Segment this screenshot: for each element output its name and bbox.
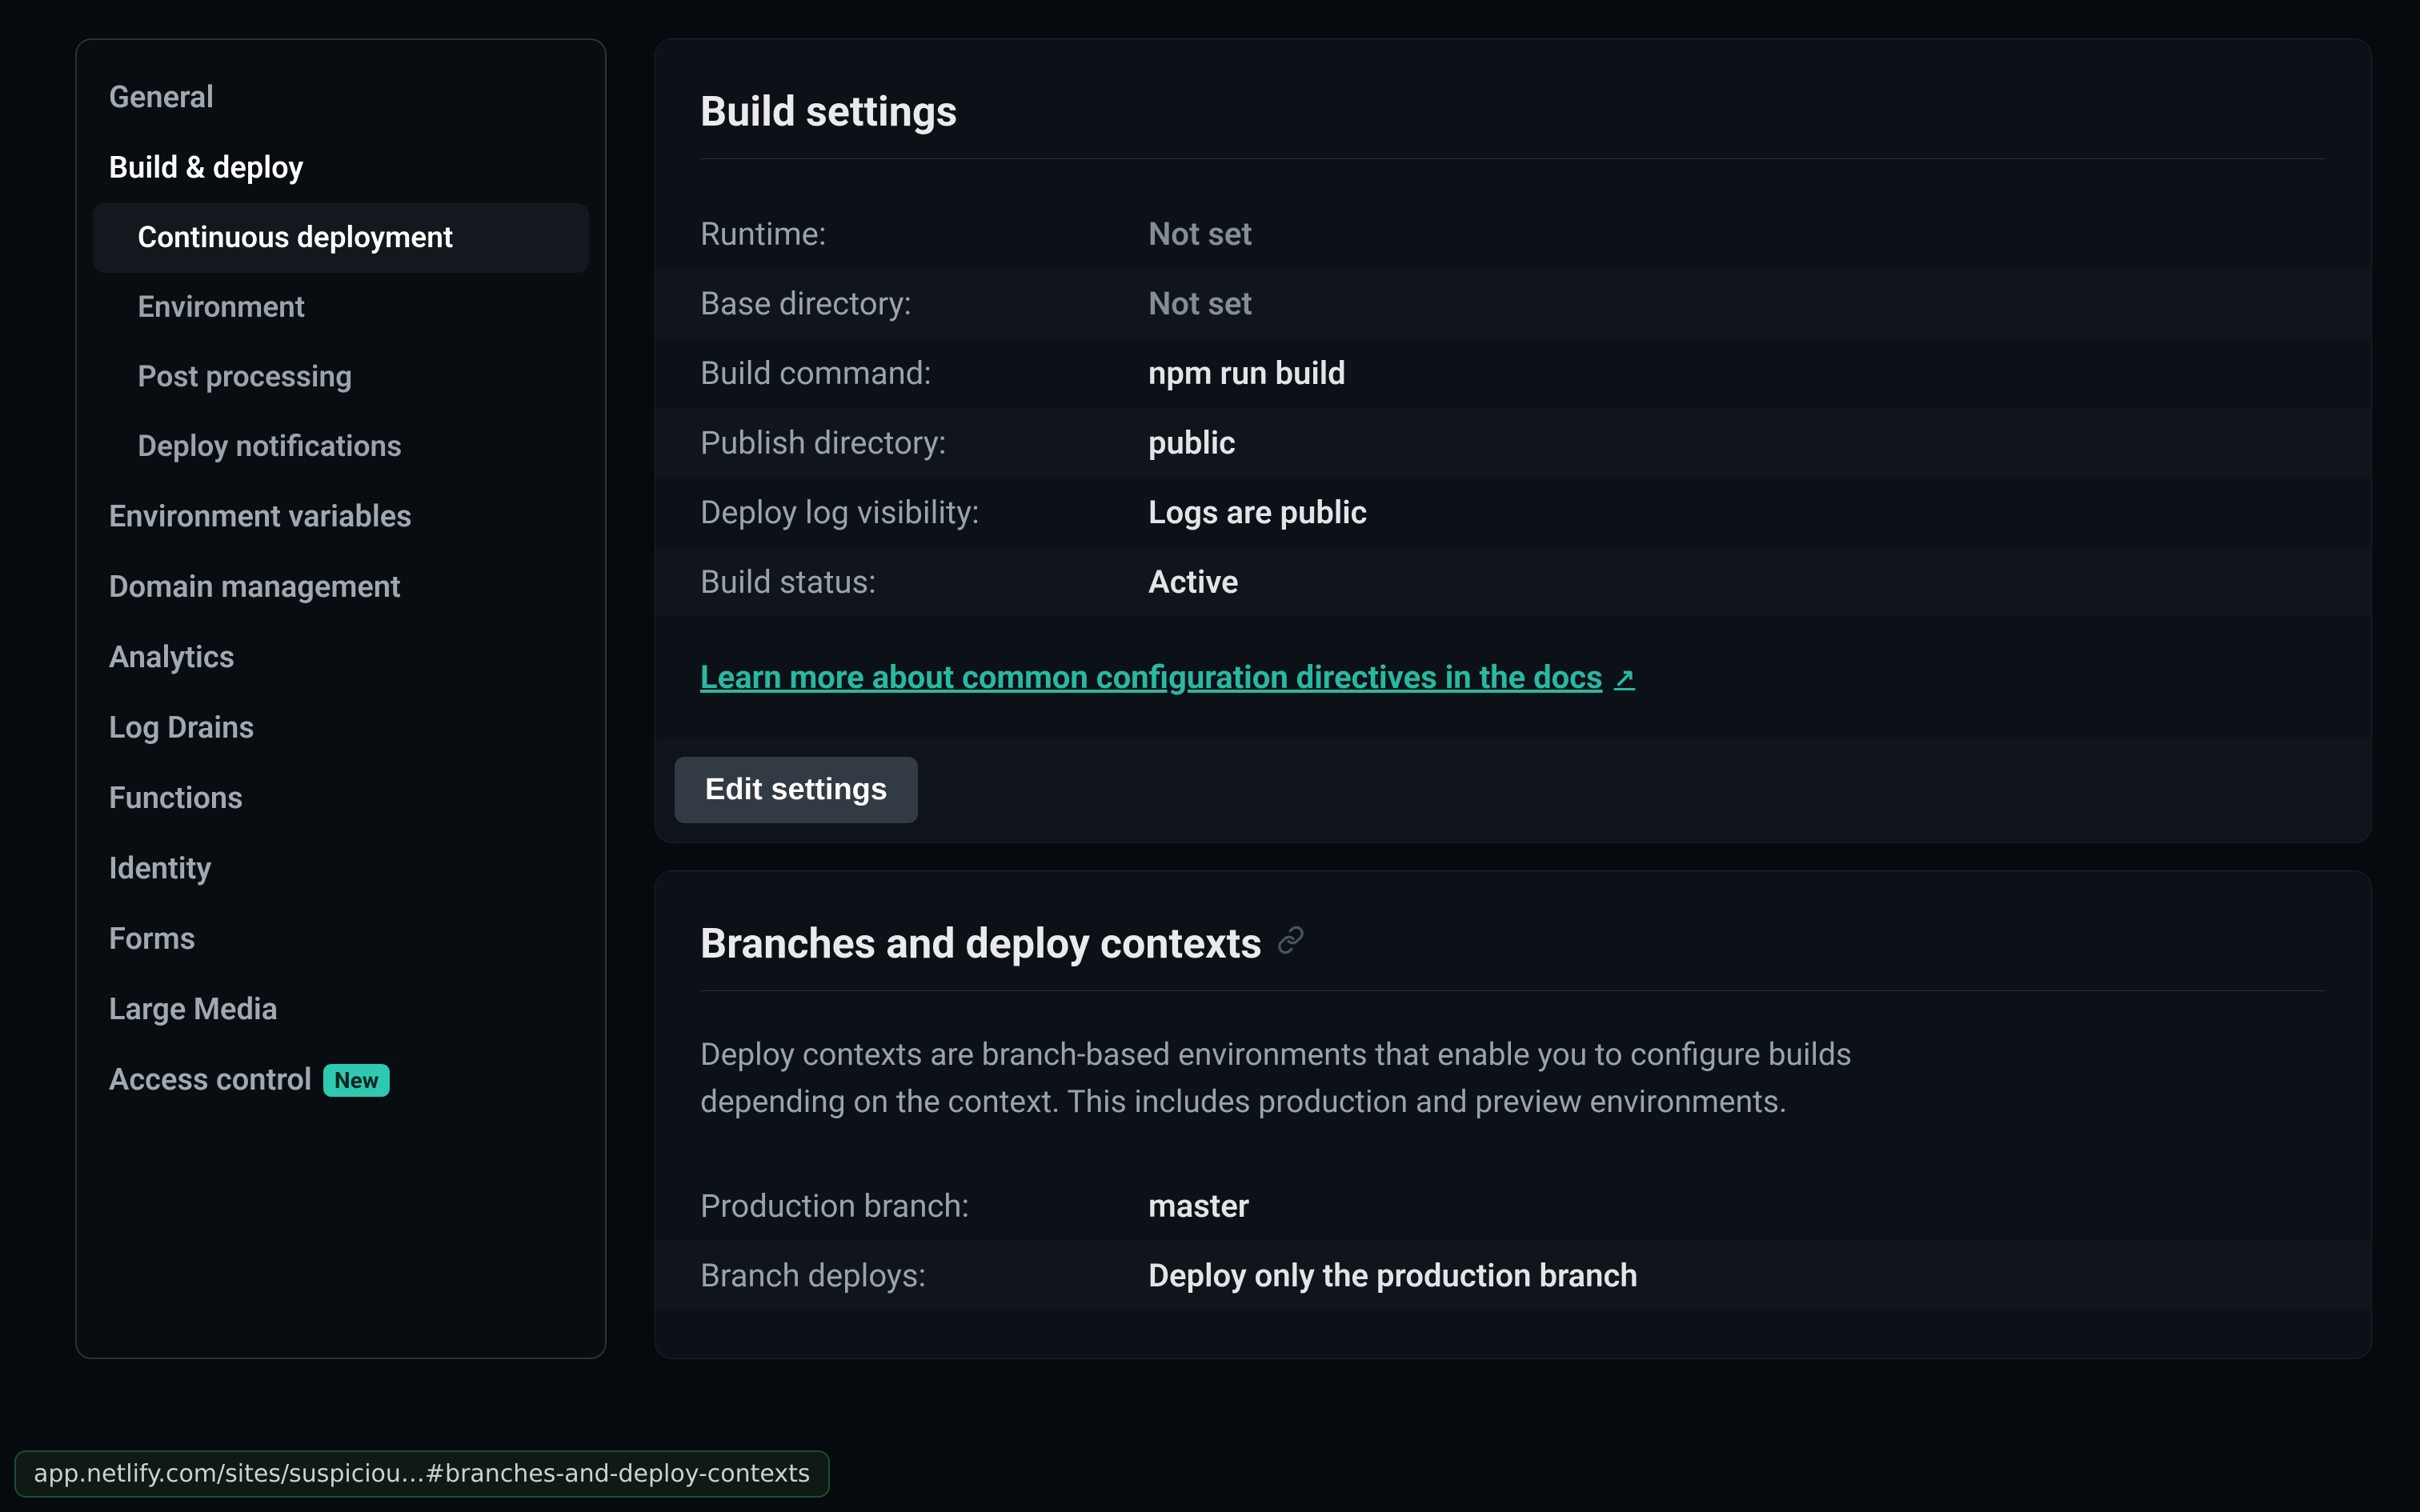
anchor-link-icon[interactable] <box>1276 925 1305 962</box>
sidebar-sub-deploy-notifications[interactable]: Deploy notifications <box>77 412 605 482</box>
sidebar-sub-environment[interactable]: Environment <box>77 273 605 342</box>
edit-settings-button[interactable]: Edit settings <box>675 757 918 823</box>
sidebar-item-large-media[interactable]: Large Media <box>77 974 605 1045</box>
row-value: Deploy only the production branch <box>1148 1257 1638 1294</box>
sidebar-sub-continuous-deployment[interactable]: Continuous deployment <box>93 203 589 273</box>
row-key: Branch deploys: <box>700 1257 1148 1294</box>
sidebar-item-access-control[interactable]: Access control New <box>77 1045 605 1115</box>
row-value: Not set <box>1148 215 1252 253</box>
sidebar-item-domain-management[interactable]: Domain management <box>77 552 605 622</box>
row-key: Runtime: <box>700 215 1148 253</box>
row-branch-deploys: Branch deploys: Deploy only the producti… <box>655 1241 2371 1310</box>
sidebar-item-general[interactable]: General <box>77 62 605 133</box>
branches-title: Branches and deploy contexts <box>700 919 2325 991</box>
settings-sidebar: General Build & deploy Continuous deploy… <box>75 38 607 1359</box>
row-value: npm run build <box>1148 354 1346 392</box>
branches-title-text: Branches and deploy contexts <box>700 919 1262 968</box>
sidebar-item-forms[interactable]: Forms <box>77 904 605 974</box>
card-action-row: Edit settings <box>655 738 2371 842</box>
new-badge: New <box>323 1064 390 1097</box>
row-key: Publish directory: <box>700 424 1148 462</box>
row-value: public <box>1148 424 1236 462</box>
sidebar-item-functions[interactable]: Functions <box>77 763 605 834</box>
main-content: Build settings Runtime: Not set Base dir… <box>655 38 2372 1359</box>
sidebar-item-analytics[interactable]: Analytics <box>77 622 605 693</box>
branches-description: Deploy contexts are branch-based environ… <box>700 1031 1941 1126</box>
row-base-directory: Base directory: Not set <box>655 269 2371 338</box>
row-build-status: Build status: Active <box>655 547 2371 617</box>
external-link-icon: ↗ <box>1614 662 1636 693</box>
build-settings-title: Build settings <box>700 87 2325 159</box>
row-key: Deploy log visibility: <box>700 494 1148 531</box>
row-publish-directory: Publish directory: public <box>655 408 2371 478</box>
sidebar-item-log-drains[interactable]: Log Drains <box>77 693 605 763</box>
docs-link[interactable]: Learn more about common configuration di… <box>700 658 1635 696</box>
row-key: Build status: <box>700 563 1148 601</box>
docs-link-text: Learn more about common configuration di… <box>700 658 1603 696</box>
row-deploy-log-visibility: Deploy log visibility: Logs are public <box>700 478 2325 547</box>
sidebar-sub-post-processing[interactable]: Post processing <box>77 342 605 412</box>
sidebar-item-label: Access control <box>109 1062 312 1098</box>
row-key: Build command: <box>700 354 1148 392</box>
row-runtime: Runtime: Not set <box>700 199 2325 269</box>
row-value: Not set <box>1148 285 1252 322</box>
row-value: Logs are public <box>1148 494 1367 531</box>
sidebar-item-identity[interactable]: Identity <box>77 834 605 904</box>
build-settings-table: Runtime: Not set Base directory: Not set… <box>700 199 2325 617</box>
row-value: master <box>1148 1187 1249 1225</box>
sidebar-item-env-vars[interactable]: Environment variables <box>77 482 605 552</box>
row-key: Production branch: <box>700 1187 1148 1225</box>
branches-table: Production branch: master Branch deploys… <box>700 1171 2325 1310</box>
build-settings-card: Build settings Runtime: Not set Base dir… <box>655 38 2372 843</box>
sidebar-item-build-deploy[interactable]: Build & deploy <box>77 133 605 203</box>
row-key: Base directory: <box>700 285 1148 322</box>
row-build-command: Build command: npm run build <box>700 338 2325 408</box>
row-value: Active <box>1148 563 1239 601</box>
status-url-bar: app.netlify.com/sites/suspiciou…#branche… <box>14 1450 830 1498</box>
row-production-branch: Production branch: master <box>700 1171 2325 1241</box>
branches-card: Branches and deploy contexts Deploy cont… <box>655 870 2372 1359</box>
